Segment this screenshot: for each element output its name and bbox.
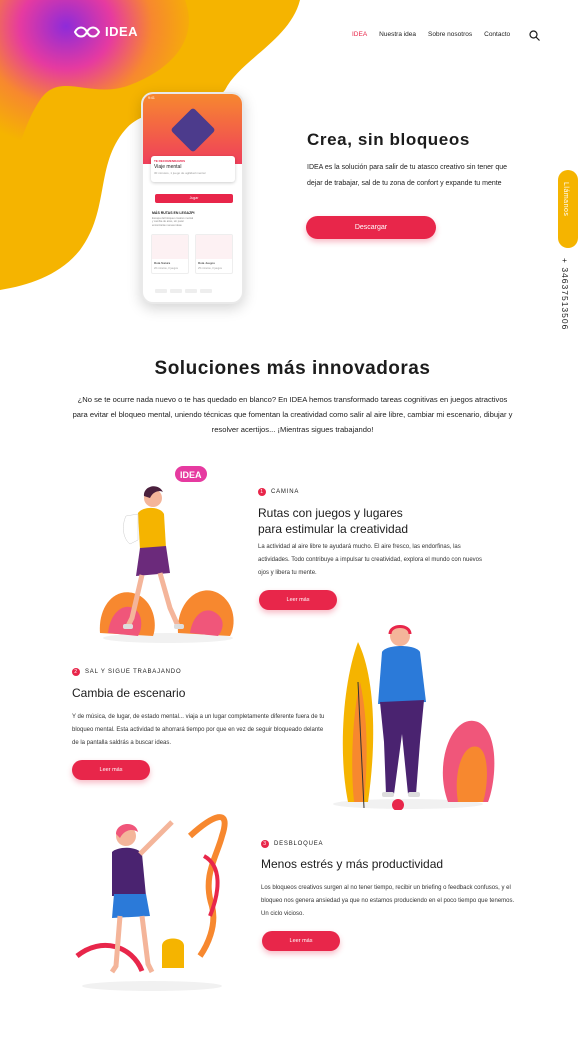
download-button[interactable]: Descargar: [306, 216, 436, 239]
hero-title: Crea, sin bloqueos: [307, 130, 470, 149]
call-us-label: Llámanos: [562, 182, 569, 217]
phone-mockup: 9:41 TE RECOMENDAMOS Viaje mental 30 min…: [141, 92, 244, 304]
step-3-text: Los bloqueos creativos surgen al no tene…: [261, 885, 515, 917]
step-2-number: 2: [72, 668, 80, 676]
phone-section-title: MÁS RUTAS EN LEGAZPI: [152, 211, 195, 215]
solutions-text: ¿No se te ocurre nada nuevo o te has que…: [72, 395, 513, 434]
phone-status-time: 9:41: [148, 96, 155, 100]
nav-item-idea[interactable]: IDEA: [352, 31, 367, 38]
phone-tab-bar: [155, 289, 212, 293]
tile-illustration: [196, 235, 232, 259]
search-icon[interactable]: [529, 30, 540, 41]
step-2-tag: 2 SAL Y SIGUE TRABAJANDO: [72, 668, 181, 676]
step-3-tag: 3 DESBLOQUEA: [261, 840, 323, 848]
step-3-title-line1: Menos estrés y más productividad: [261, 857, 444, 871]
hero-text: IDEA es la solución para salir de tu ata…: [307, 164, 507, 187]
read-more-button-3[interactable]: Leer más: [262, 931, 340, 951]
main-nav: IDEA Nuestra idea Sobre nosotros Contact…: [352, 31, 522, 38]
phone-section-desc: Escapa del bloqueo creativo mental y cam…: [152, 217, 194, 227]
tile-title: Ruta Natura: [154, 261, 171, 265]
phone-card-title: Viaje mental: [154, 164, 182, 170]
illustration-badge-text: IDEA: [180, 470, 202, 480]
step-3-tag-label: DESBLOQUEA: [274, 841, 324, 847]
step-2-title-line1: Cambia de escenario: [72, 686, 186, 700]
painting-girl-illustration: [75, 814, 228, 991]
logo-text: IDEA: [105, 24, 139, 39]
step-2-text: Y de música, de lugar, de estado mental.…: [72, 714, 325, 746]
tile-title: Ruta Juegos: [198, 261, 215, 265]
nav-item-contacto[interactable]: Contacto: [484, 31, 510, 38]
step-2-title: Cambia de escenario: [72, 685, 302, 701]
tile-sub: 20 minutos, 3 juegos: [154, 267, 178, 270]
read-more-button-2[interactable]: Leer más: [72, 760, 150, 780]
phone-tile: Ruta Natura 20 minutos, 3 juegos: [151, 234, 189, 274]
phone-number[interactable]: + 34637513506: [560, 258, 570, 330]
walking-man-illustration: [333, 625, 495, 810]
nav-item-sobre-nosotros[interactable]: Sobre nosotros: [428, 31, 472, 38]
read-more-button-1[interactable]: Leer más: [259, 590, 337, 610]
solutions-title: Soluciones más innovadoras: [154, 358, 431, 379]
tile-illustration: [152, 235, 188, 259]
step-1-tag-label: CAMINA: [271, 489, 300, 495]
step-1-title: Rutas con juegos y lugares para estimula…: [258, 505, 478, 537]
step-1-title-line1: Rutas con juegos y lugares: [258, 506, 403, 520]
step-1-text: La actividad al aire libre te ayudará mu…: [258, 544, 483, 576]
step-2-tag-label: SAL Y SIGUE TRABAJANDO: [85, 669, 182, 675]
phone-header: 9:41: [143, 94, 242, 164]
walking-girl-illustration: IDEA: [99, 466, 234, 643]
phone-card-sub: 30 minutos, 1 juego de agilidad mental: [154, 171, 206, 175]
phone-recommend-card: TE RECOMENDAMOS Viaje mental 30 minutos,…: [151, 156, 235, 182]
step-3-title: Menos estrés y más productividad: [261, 856, 501, 872]
nav-item-nuestra-idea[interactable]: Nuestra idea: [379, 31, 416, 38]
step-3-number: 3: [261, 840, 269, 848]
step-1-title-line2: para estimular la creatividad: [258, 522, 409, 536]
phone-play-button: Jugar: [155, 194, 233, 203]
call-us-tab[interactable]: Llámanos: [558, 170, 578, 248]
phone-tile: Ruta Juegos 25 minutos, 3 juegos: [195, 234, 233, 274]
logo-mark-icon: [73, 26, 101, 37]
step-1-number: 1: [258, 488, 266, 496]
logo[interactable]: IDEA: [73, 24, 138, 39]
step-1-tag: 1 CAMINA: [258, 488, 299, 496]
tile-sub: 25 minutos, 3 juegos: [198, 267, 222, 270]
cube-illustration: [170, 107, 216, 153]
phone-card-tag: TE RECOMENDAMOS: [154, 159, 186, 163]
